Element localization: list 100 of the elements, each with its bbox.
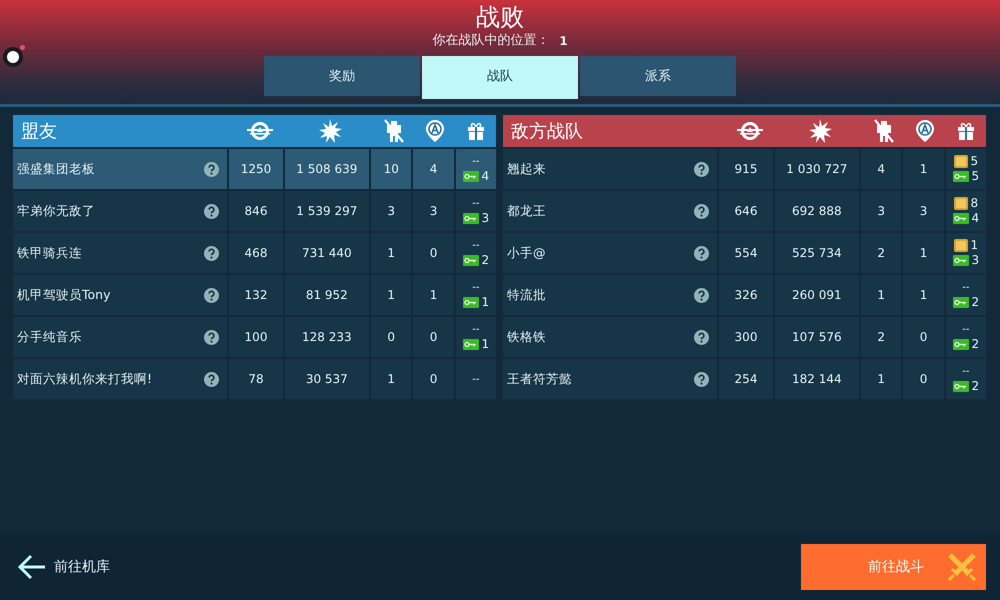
key-count: 2: [972, 296, 980, 309]
score-cell: 468: [227, 233, 283, 273]
no-reward: --: [472, 197, 480, 210]
damage-cell: 107 576: [772, 317, 860, 357]
no-reward: --: [962, 323, 970, 336]
captures-cell: 1: [901, 233, 944, 273]
help-icon[interactable]: [204, 162, 220, 176]
player-name: 强盛集团老板: [17, 160, 95, 178]
damage-cell: 1 539 297: [282, 191, 370, 231]
key-icon: [462, 213, 479, 224]
kills-cell: 4: [859, 149, 902, 189]
key-icon: [952, 381, 969, 392]
gift-icon: [956, 121, 976, 141]
coin-icon: [954, 239, 968, 252]
player-row[interactable]: 王者符芳懿 254 182 144 1 0 -- 2: [503, 359, 986, 399]
help-icon[interactable]: [694, 372, 710, 386]
damage-cell: 731 440: [282, 233, 370, 273]
tab[interactable]: 战队: [422, 56, 578, 96]
captures-cell: 1: [901, 275, 944, 315]
tab[interactable]: 奖励: [264, 56, 420, 96]
no-reward: --: [472, 239, 480, 252]
help-icon[interactable]: [204, 330, 220, 344]
no-reward: --: [472, 281, 480, 294]
key-count: 4: [482, 170, 490, 183]
player-row[interactable]: 牢弟你无敌了 846 1 539 297 3 3 -- 3: [13, 191, 496, 231]
player-row[interactable]: 铁格铁 300 107 576 2 0 -- 2: [503, 317, 986, 357]
player-name: 都龙王: [507, 202, 546, 220]
score-cell: 554: [717, 233, 773, 273]
coin-icon: [954, 197, 968, 210]
help-icon[interactable]: [204, 288, 220, 302]
player-row[interactable]: 特流批 326 260 091 1 1 -- 2: [503, 275, 986, 315]
player-row[interactable]: 都龙王 646 692 888 3 3 8 4: [503, 191, 986, 231]
toggle-icon[interactable]: [3, 47, 23, 67]
help-icon[interactable]: [694, 204, 710, 218]
captures-cell: 1: [901, 149, 944, 189]
help-icon[interactable]: [694, 288, 710, 302]
player-row[interactable]: 对面六辣机你来打我啊! 78 30 537 1 0 --: [13, 359, 496, 399]
team-title: 敌方战队: [510, 120, 584, 143]
player-name: 小手@: [507, 244, 546, 262]
captures-cell: 1: [411, 275, 454, 315]
player-row[interactable]: 小手@ 554 525 734 2 1 1 3: [503, 233, 986, 273]
player-name: 铁甲骑兵连: [17, 244, 82, 262]
player-name: 翘起来: [507, 160, 546, 178]
key-count: 3: [482, 212, 490, 225]
player-name: 王者符芳懿: [507, 370, 572, 388]
captures-cell: 3: [411, 191, 454, 231]
key-icon: [952, 339, 969, 350]
kills-cell: 1: [859, 359, 902, 399]
player-name: 牢弟你无敌了: [17, 202, 95, 220]
help-icon[interactable]: [204, 246, 220, 260]
player-row[interactable]: 分手纯音乐 100 128 233 0 0 -- 1: [13, 317, 496, 357]
help-icon[interactable]: [204, 372, 220, 386]
result-title: 战败: [476, 2, 524, 32]
help-icon[interactable]: [694, 162, 710, 176]
no-reward: --: [962, 365, 970, 378]
key-count: 1: [482, 338, 490, 351]
key-count: 2: [482, 254, 490, 267]
key-icon: [952, 213, 969, 224]
key-icon: [462, 171, 479, 182]
key-icon: [462, 297, 479, 308]
arrow-left-icon: [18, 554, 46, 580]
help-icon[interactable]: [694, 246, 710, 260]
explosion-icon: [318, 119, 342, 143]
player-row[interactable]: 铁甲骑兵连 468 731 440 1 0 -- 2: [13, 233, 496, 273]
player-row[interactable]: 翘起来 915 1 030 727 4 1 5 5: [503, 149, 986, 189]
coin-count: 8: [970, 197, 978, 210]
damage-cell: 30 537: [282, 359, 370, 399]
player-name: 分手纯音乐: [17, 328, 82, 346]
captures-cell: 0: [411, 317, 454, 357]
robot-crossed-icon: [384, 119, 404, 143]
coin-count: 1: [970, 239, 978, 252]
player-name: 铁格铁: [507, 328, 546, 346]
key-icon: [952, 297, 969, 308]
no-reward: --: [962, 281, 970, 294]
player-row[interactable]: 机甲驾驶员Tony 132 81 952 1 1 -- 1: [13, 275, 496, 315]
kills-cell: 2: [859, 317, 902, 357]
damage-cell: 128 233: [282, 317, 370, 357]
kills-cell: 1: [859, 275, 902, 315]
player-row[interactable]: 强盛集团老板 1250 1 508 639 10 4 -- 4: [13, 149, 496, 189]
damage-cell: 260 091: [772, 275, 860, 315]
key-icon: [952, 171, 969, 182]
damage-cell: 182 144: [772, 359, 860, 399]
damage-cell: 81 952: [282, 275, 370, 315]
captures-cell: 0: [411, 233, 454, 273]
tab[interactable]: 派系: [580, 56, 736, 96]
help-icon[interactable]: [694, 330, 710, 344]
help-icon[interactable]: [204, 204, 220, 218]
kills-cell: 10: [369, 149, 412, 189]
kills-cell: 1: [369, 233, 412, 273]
robot-crossed-icon: [874, 119, 894, 143]
score-cell: 646: [717, 191, 773, 231]
capture-point-icon: [914, 119, 934, 143]
score-cell: 132: [227, 275, 283, 315]
no-reward: --: [472, 323, 480, 336]
score-cell: 915: [717, 149, 773, 189]
back-button[interactable]: 前往机库: [18, 554, 110, 580]
captures-cell: 0: [901, 317, 944, 357]
captures-cell: 0: [901, 359, 944, 399]
key-count: 4: [972, 212, 980, 225]
player-name: 对面六辣机你来打我啊!: [17, 370, 152, 388]
